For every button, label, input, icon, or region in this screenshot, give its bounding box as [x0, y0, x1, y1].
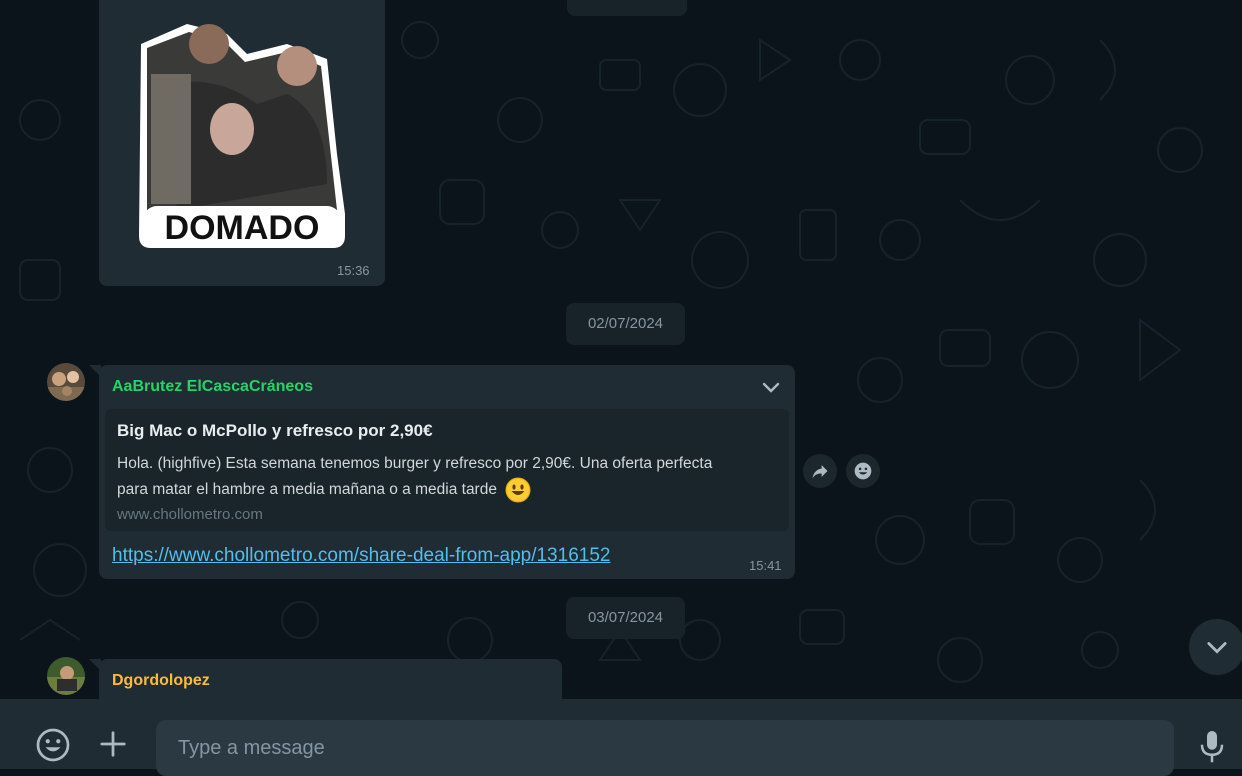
date-divider: 03/07/2024	[566, 597, 685, 639]
preview-desc-line-2-text: para matar el hambre a media mañana o a …	[117, 481, 497, 498]
link-preview-card[interactable]: Big Mac o McPollo y refresco por 2,90€ H…	[105, 409, 789, 531]
forward-icon	[812, 465, 828, 479]
sticker-image[interactable]: DOMADO	[137, 14, 347, 250]
chat-background: DOMADO 15:36 02/07/2024 AaBrutez ElCasca…	[0, 0, 1242, 699]
preview-description: Hola. (highfive) Esta semana tenemos bur…	[117, 451, 777, 503]
avatar[interactable]	[47, 363, 85, 401]
message-bubble[interactable]: Dgordolopez	[99, 659, 562, 699]
message-time: 15:36	[337, 263, 370, 278]
date-divider: 02/07/2024	[566, 303, 685, 345]
link-message[interactable]: AaBrutez ElCascaCráneos Big Mac o McPoll…	[99, 365, 795, 579]
emoji-react-icon	[854, 462, 872, 480]
emoji-button[interactable]	[35, 727, 71, 763]
message-input[interactable]	[156, 720, 1174, 776]
smiley-face-emoji	[505, 477, 531, 503]
voice-message-button[interactable]	[1197, 728, 1227, 764]
avatar[interactable]	[47, 657, 85, 695]
attach-button[interactable]	[98, 729, 128, 759]
sticker-text: DOMADO	[165, 209, 320, 247]
scroll-to-bottom-button[interactable]	[1189, 619, 1242, 675]
sticker-message[interactable]: DOMADO 15:36	[99, 0, 385, 286]
preview-title: Big Mac o McPollo y refresco por 2,90€	[117, 421, 433, 440]
sender-name[interactable]: AaBrutez ElCascaCráneos	[112, 378, 313, 396]
emoji-icon	[36, 728, 70, 762]
message-time: 15:41	[749, 558, 782, 573]
sender-name[interactable]: Dgordolopez	[112, 672, 210, 690]
preview-desc-line-2: para matar el hambre a media mañana o a …	[117, 477, 777, 503]
preview-domain: www.chollometro.com	[117, 506, 263, 523]
preview-desc-line-1: Hola. (highfive) Esta semana tenemos bur…	[117, 455, 713, 472]
plus-icon	[100, 731, 126, 757]
chevron-down-icon	[1207, 642, 1227, 654]
date-pill-hidden	[567, 0, 687, 16]
react-button[interactable]	[846, 454, 880, 488]
chevron-down-icon[interactable]	[759, 375, 783, 399]
deal-link[interactable]: https://www.chollometro.com/share-deal-f…	[112, 545, 610, 567]
forward-button[interactable]	[803, 454, 837, 488]
microphone-icon	[1200, 731, 1224, 763]
